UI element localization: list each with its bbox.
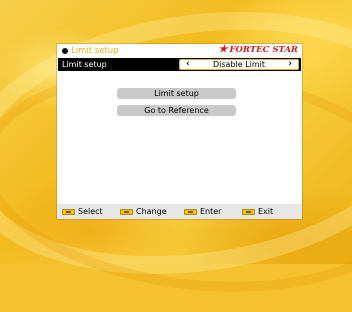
footer-hints: Select Change Enter Exit [57, 204, 302, 219]
left-right-key-icon [120, 208, 133, 215]
limit-setup-window: Limit setup ★ FORTEC STAR Limit setup ‹ … [57, 44, 302, 219]
bullet-icon [62, 48, 68, 54]
hint-exit-label: Exit [258, 207, 274, 216]
hint-enter: Enter [184, 204, 221, 219]
star-icon: ★ [218, 44, 228, 55]
window-title: Limit setup [71, 46, 119, 56]
up-down-key-icon [62, 208, 75, 215]
limit-mode-value: Disable Limit [212, 60, 266, 69]
limit-setup-button[interactable]: Limit setup [117, 88, 236, 99]
exit-key-icon [242, 208, 255, 215]
go-to-reference-button[interactable]: Go to Reference [117, 105, 236, 116]
hint-change: Change [120, 204, 167, 219]
right-arrow-icon[interactable]: › [288, 59, 292, 70]
limit-setup-row[interactable]: Limit setup ‹ Disable Limit › [58, 58, 301, 71]
hint-change-label: Change [136, 207, 167, 216]
ok-key-icon [184, 208, 197, 215]
window-header: Limit setup ★ FORTEC STAR [57, 44, 302, 58]
limit-mode-selector[interactable]: ‹ Disable Limit › [179, 59, 299, 70]
hint-select: Select [62, 204, 103, 219]
limit-setup-row-label: Limit setup [62, 60, 107, 69]
hint-enter-label: Enter [200, 207, 222, 216]
brand-name: FORTEC STAR [229, 45, 298, 55]
hint-select-label: Select [78, 207, 103, 216]
hint-exit: Exit [242, 204, 273, 219]
brand-logo: ★ FORTEC STAR [218, 44, 298, 56]
